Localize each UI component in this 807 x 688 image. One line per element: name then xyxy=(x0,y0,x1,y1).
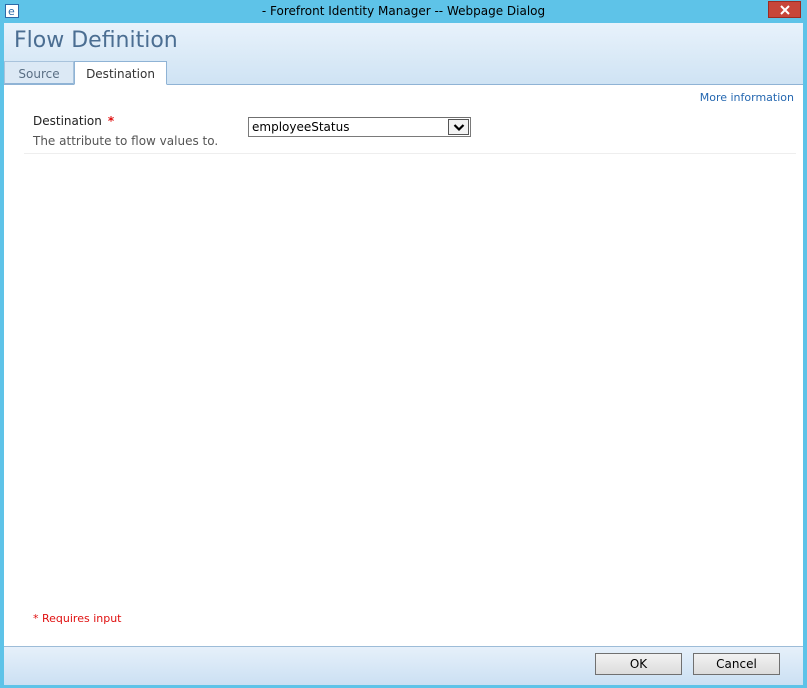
destination-selected-value: employeeStatus xyxy=(252,120,350,134)
destination-select[interactable]: employeeStatus xyxy=(248,117,471,137)
dialog-window: e - Forefront Identity Manager -- Webpag… xyxy=(0,0,807,688)
dialog-footer: OK Cancel xyxy=(4,646,803,685)
tab-destination[interactable]: Destination xyxy=(74,61,167,85)
requires-input-note: * Requires input xyxy=(33,612,122,625)
chevron-down-icon xyxy=(453,124,465,132)
title-bar[interactable]: e - Forefront Identity Manager -- Webpag… xyxy=(0,0,807,23)
page-title: Flow Definition xyxy=(14,28,178,53)
close-button[interactable] xyxy=(768,1,801,18)
cancel-button[interactable]: Cancel xyxy=(693,653,780,675)
row-divider xyxy=(24,153,796,154)
ok-button[interactable]: OK xyxy=(595,653,682,675)
required-marker: * xyxy=(107,114,115,128)
destination-label-text: Destination xyxy=(33,114,102,128)
window-title: - Forefront Identity Manager -- Webpage … xyxy=(261,4,546,18)
dialog-header: Flow Definition Source Destination xyxy=(4,23,803,85)
tab-source[interactable]: Source xyxy=(4,61,74,84)
more-information-link[interactable]: More information xyxy=(700,91,794,104)
destination-label: Destination * xyxy=(33,114,114,128)
destination-description: The attribute to flow values to. xyxy=(33,134,219,148)
dropdown-button[interactable] xyxy=(448,119,469,135)
close-icon xyxy=(780,5,790,15)
